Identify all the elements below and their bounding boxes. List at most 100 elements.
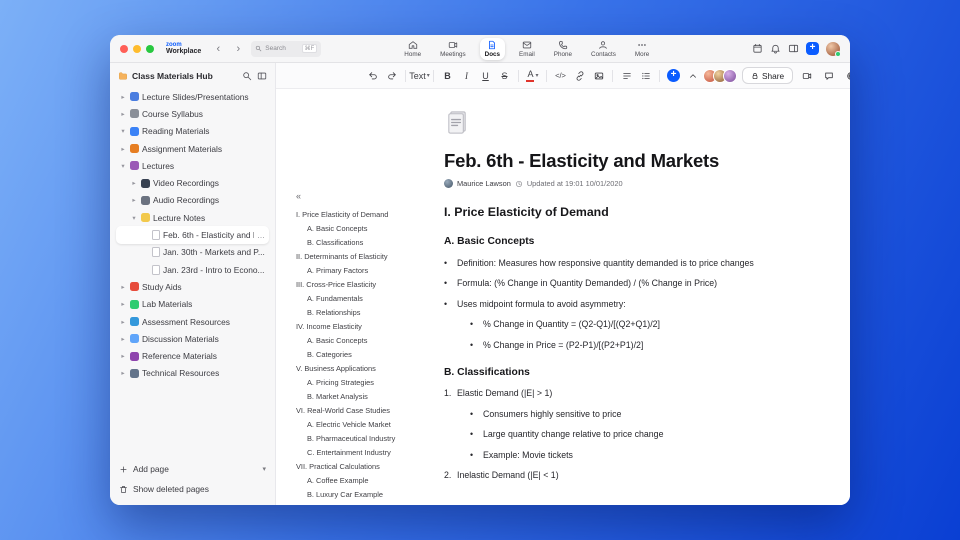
collapse-toolbar-button[interactable] — [684, 67, 701, 85]
bold-button[interactable]: B — [439, 67, 456, 85]
chevron-right-icon[interactable]: ▸ — [119, 318, 127, 326]
row-more-icon[interactable]: … — [257, 231, 265, 240]
link-button[interactable] — [571, 67, 588, 85]
tab-phone[interactable]: Phone — [549, 38, 577, 60]
forward-button[interactable]: › — [231, 41, 245, 57]
tab-email[interactable]: Email — [514, 38, 540, 60]
chevron-right-icon[interactable]: ▸ — [119, 283, 127, 291]
sidebar-item-discussion-materials[interactable]: ▸ Discussion Materials — [116, 330, 269, 347]
outline-item[interactable]: A. Pricing Strategies — [296, 375, 432, 389]
outline-item[interactable]: III. Cross-Price Elasticity — [296, 277, 432, 291]
text-color-button[interactable]: A ▾ — [524, 67, 541, 85]
redo-button[interactable] — [383, 67, 400, 85]
sidebar-search-icon[interactable] — [242, 71, 252, 81]
text-style-dropdown[interactable]: Text ▾ — [409, 67, 430, 85]
sidebar-item-study-aids[interactable]: ▸ Study Aids — [116, 278, 269, 295]
tab-contacts[interactable]: Contacts — [586, 38, 621, 60]
outline-item[interactable]: A. Fundamentals — [296, 291, 432, 305]
search-input[interactable]: Search ⌘F — [251, 40, 322, 57]
add-page-button[interactable]: Add page ▾ — [116, 461, 269, 477]
chevron-right-icon[interactable]: ▸ — [130, 179, 138, 187]
inline-code-button[interactable]: </> — [552, 67, 569, 85]
chevron-down-icon[interactable]: ▾ — [119, 127, 127, 135]
insert-button[interactable]: + — [665, 67, 682, 85]
document-title[interactable]: Feb. 6th - Elasticity and Markets — [444, 150, 792, 172]
outline-item[interactable]: I. Price Elasticity of Demand — [296, 207, 432, 221]
chevron-right-icon[interactable]: ▸ — [119, 145, 127, 153]
author-avatar — [444, 179, 453, 188]
undo-button[interactable] — [364, 67, 381, 85]
bullet-list-button[interactable] — [637, 67, 654, 85]
sidebar-item-lectures[interactable]: ▾ Lectures — [116, 157, 269, 174]
collaborator-avatar[interactable] — [723, 68, 737, 83]
sidebar-item-assignment-materials[interactable]: ▸ Assignment Materials — [116, 140, 269, 157]
calendar-icon[interactable] — [752, 43, 763, 54]
outline-item[interactable]: B. Relationships — [296, 305, 432, 319]
sidebar-item-feb-6-note[interactable]: Feb. 6th - Elasticity and M...… — [116, 226, 269, 244]
outline-item[interactable]: A. Basic Concepts — [296, 333, 432, 347]
minimize-button[interactable] — [133, 44, 141, 53]
sidebar-item-jan-30-note[interactable]: Jan. 30th - Markets and P... — [116, 244, 269, 261]
outline-item[interactable]: A. Basic Concepts — [296, 221, 432, 235]
plus-button[interactable]: + — [806, 42, 819, 55]
align-button[interactable] — [618, 67, 635, 85]
strikethrough-button[interactable]: S — [496, 67, 513, 85]
collapse-sidebar-icon[interactable] — [257, 71, 267, 81]
outline-item[interactable]: B. Pharmaceutical Industry — [296, 431, 432, 445]
outline-item[interactable]: C. Entertainment Industry — [296, 445, 432, 459]
chevron-right-icon[interactable]: ▸ — [119, 369, 127, 377]
sidebar-item-audio-recordings[interactable]: ▸ Audio Recordings — [116, 192, 269, 209]
outline-item[interactable]: B. Classifications — [296, 235, 432, 249]
chevron-right-icon[interactable]: ▸ — [119, 110, 127, 118]
sidebar-item-lab-materials[interactable]: ▸ Lab Materials — [116, 296, 269, 313]
outline-item[interactable]: A. Electric Vehicle Market — [296, 417, 432, 431]
outline-item[interactable]: VII. Practical Calculations — [296, 459, 432, 473]
tab-more[interactable]: More — [630, 38, 654, 60]
user-avatar[interactable] — [826, 41, 841, 57]
outline-item[interactable]: V. Business Applications — [296, 361, 432, 375]
sidebar-item-jan-23-note[interactable]: Jan. 23rd - Intro to Econo... — [116, 261, 269, 278]
chevron-right-icon[interactable]: ▸ — [130, 196, 138, 204]
collapse-outline-icon[interactable]: « — [296, 191, 432, 201]
outline-item[interactable]: B. Market Analysis — [296, 389, 432, 403]
publish-button[interactable] — [842, 67, 850, 85]
tab-meetings[interactable]: Meetings — [435, 38, 471, 60]
comments-button[interactable] — [820, 67, 837, 85]
italic-button[interactable]: I — [458, 67, 475, 85]
chevron-down-icon[interactable]: ▾ — [119, 162, 127, 170]
sidebar-item-lecture-notes[interactable]: ▾ Lecture Notes — [116, 209, 269, 226]
outline-item[interactable]: VI. Real-World Case Studies — [296, 403, 432, 417]
close-button[interactable] — [120, 44, 128, 53]
share-button[interactable]: Share — [742, 67, 794, 84]
chevron-down-icon[interactable]: ▾ — [262, 465, 266, 473]
sidebar-item-reading-materials[interactable]: ▾ Reading Materials — [116, 123, 269, 140]
sidebar-item-video-recordings[interactable]: ▸ Video Recordings — [116, 174, 269, 191]
doc-text: Consumers highly sensitive to price — [483, 408, 622, 419]
outline-item[interactable]: B. Categories — [296, 347, 432, 361]
outline-item[interactable]: II. Determinants of Elasticity — [296, 249, 432, 263]
sidebar-item-reference-materials[interactable]: ▸ Reference Materials — [116, 347, 269, 364]
chevron-right-icon[interactable]: ▸ — [119, 352, 127, 360]
sidebar-item-technical-resources[interactable]: ▸ Technical Resources — [116, 365, 269, 382]
back-button[interactable]: ‹ — [211, 41, 225, 57]
video-call-button[interactable] — [798, 67, 815, 85]
sidebar-item-course-syllabus[interactable]: ▸ Course Syllabus — [116, 105, 269, 122]
chevron-right-icon[interactable]: ▸ — [119, 93, 127, 101]
outline-item[interactable]: A. Coffee Example — [296, 473, 432, 487]
image-button[interactable] — [590, 67, 607, 85]
tab-docs[interactable]: Docs — [479, 37, 506, 60]
sidebar-item-lecture-slides[interactable]: ▸ Lecture Slides/Presentations — [116, 88, 269, 105]
chevron-right-icon[interactable]: ▸ — [119, 300, 127, 308]
outline-item[interactable]: A. Primary Factors — [296, 263, 432, 277]
sidebar-item-assessment-resources[interactable]: ▸ Assessment Resources — [116, 313, 269, 330]
sidebar-panel-icon[interactable] — [788, 43, 799, 54]
maximize-button[interactable] — [146, 44, 154, 53]
outline-item[interactable]: B. Luxury Car Example — [296, 487, 432, 501]
bell-icon[interactable] — [770, 43, 781, 54]
outline-item[interactable]: IV. Income Elasticity — [296, 319, 432, 333]
underline-button[interactable]: U — [477, 67, 494, 85]
chevron-right-icon[interactable]: ▸ — [119, 335, 127, 343]
chevron-down-icon[interactable]: ▾ — [130, 214, 138, 222]
show-deleted-pages-button[interactable]: Show deleted pages — [116, 481, 269, 497]
tab-home[interactable]: Home — [399, 38, 426, 60]
